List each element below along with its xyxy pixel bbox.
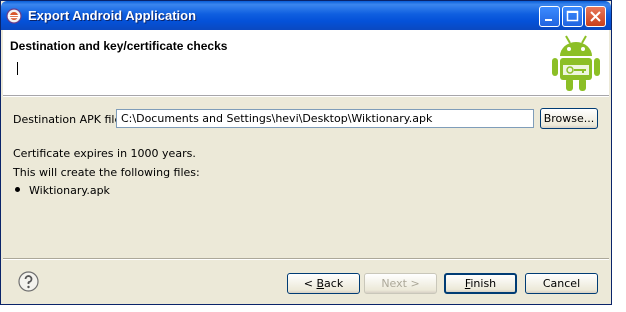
- destination-label: Destination APK file:: [13, 113, 125, 126]
- back-button[interactable]: < Back: [287, 273, 360, 294]
- browse-button[interactable]: Browse...: [540, 108, 598, 129]
- page-title: Destination and key/certificate checks: [10, 39, 228, 53]
- minimize-button[interactable]: [539, 6, 560, 27]
- minimize-icon: [545, 19, 552, 21]
- close-icon: [590, 11, 601, 22]
- next-button[interactable]: Next >: [364, 273, 437, 294]
- wizard-banner: Destination and key/certificate checks: [3, 30, 609, 96]
- certificate-expiry-text: Certificate expires in 1000 years.: [13, 147, 196, 160]
- destination-apk-input[interactable]: [116, 109, 534, 128]
- maximize-icon: [566, 10, 579, 22]
- export-dialog: Export Android Application Destination a…: [0, 0, 612, 305]
- banner-divider: [3, 96, 609, 97]
- window-title: Export Android Application: [28, 8, 197, 23]
- eclipse-app-icon: [6, 8, 22, 24]
- android-robot-icon: [552, 35, 600, 91]
- help-icon[interactable]: [18, 271, 39, 292]
- title-bar[interactable]: Export Android Application: [1, 1, 611, 30]
- close-button[interactable]: [585, 6, 606, 27]
- maximize-button[interactable]: [562, 6, 583, 27]
- cancel-button[interactable]: Cancel: [525, 273, 598, 294]
- back-rest: ack: [324, 277, 344, 290]
- back-prefix: <: [303, 277, 317, 290]
- will-create-text: This will create the following files:: [13, 166, 200, 179]
- list-item: Wiktionary.apk: [29, 184, 110, 197]
- bullet-icon: [15, 187, 20, 192]
- text-cursor: [17, 62, 18, 75]
- back-mnemonic: B: [316, 277, 325, 290]
- finish-rest: inish: [470, 277, 497, 290]
- footer-divider-highlight: [3, 259, 609, 260]
- finish-button[interactable]: Finish: [444, 273, 517, 294]
